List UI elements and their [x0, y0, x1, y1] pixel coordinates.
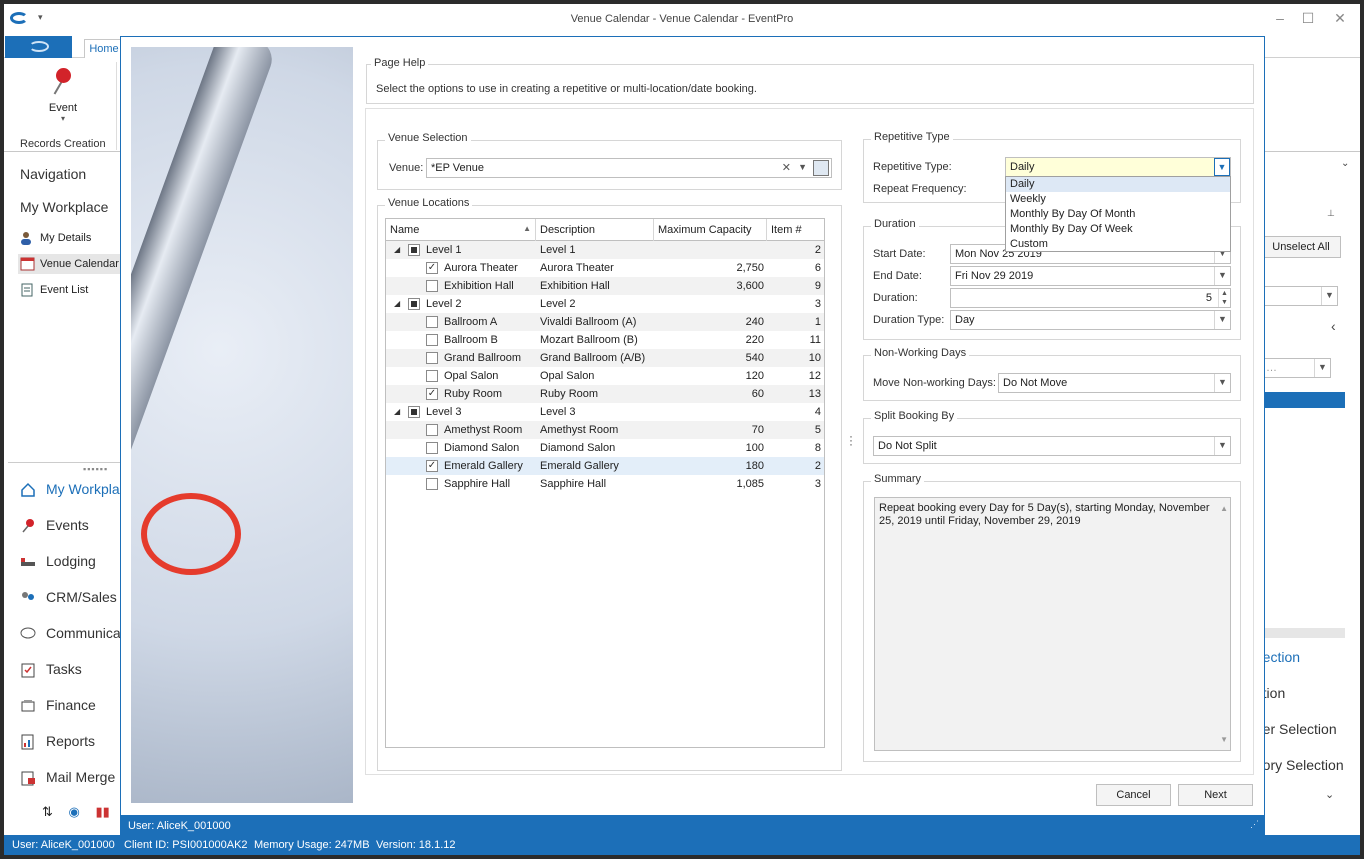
home-icon: [21, 482, 35, 497]
dialog-status-user: User: AliceK_001000: [128, 820, 231, 832]
mail-merge-icon: [21, 771, 35, 786]
module-crm-sales[interactable]: CRM/Sales: [18, 586, 133, 610]
clipboard-icon: [21, 663, 35, 678]
chevron-left-icon[interactable]: ‹: [1331, 318, 1336, 334]
nav-footer-icons: ⇅ ◉ ▮▮: [42, 804, 110, 820]
right-panel-combo[interactable]: ▼: [1261, 286, 1338, 306]
chart-icon[interactable]: ▮▮: [96, 804, 110, 819]
chat-icon: [20, 627, 36, 639]
status-memory: Memory Usage: 247MB: [254, 839, 370, 851]
repetitive-type-dropdown: Daily Weekly Monthly By Day Of Month Mon…: [1005, 176, 1231, 252]
ribbon-group-label: Records Creation: [20, 138, 106, 150]
window-title: Venue Calendar - Venue Calendar - EventP…: [570, 13, 794, 25]
splitter-grip[interactable]: ▪▪▪▪▪▪: [83, 464, 108, 474]
calendar-pen-illustration: [131, 47, 353, 803]
chevron-down-icon[interactable]: ⌄: [1325, 788, 1334, 801]
pushpin-icon: [52, 68, 74, 98]
module-label: Mail Merge: [46, 769, 116, 785]
chevron-down-icon[interactable]: ▼: [1314, 359, 1330, 377]
nav-item-label: My Details: [40, 232, 92, 244]
sort-arrows-icon[interactable]: ⇅: [42, 804, 53, 819]
my-workplace-header: My Workplace: [20, 199, 109, 215]
ribbon-separator: [116, 62, 117, 150]
page-help-text: Select the options to use in creating a …: [376, 83, 757, 95]
ribbon-collapse-icon[interactable]: ⌄: [1341, 158, 1349, 169]
module-lodging[interactable]: Lodging: [18, 550, 133, 574]
option-weekly[interactable]: Weekly: [1006, 192, 1230, 207]
event-dropdown-icon: ▾: [60, 114, 65, 123]
bed-icon: [21, 558, 35, 566]
module-label: Tasks: [46, 661, 82, 677]
event-button-label: Event: [48, 102, 78, 114]
pushpin-icon: [22, 519, 34, 533]
list-icon: [21, 283, 33, 297]
tab-home[interactable]: Home: [84, 39, 124, 58]
module-events[interactable]: Events: [18, 514, 133, 538]
right-panel: ⊥ Unselect All ▼ ‹ … ▼ ...ection ...tion …: [1251, 152, 1360, 832]
right-panel-selection[interactable]: [1261, 392, 1345, 408]
resize-grip-icon[interactable]: ⋰: [1250, 819, 1259, 830]
option-monthly-day-of-month[interactable]: Monthly By Day Of Month: [1006, 207, 1230, 222]
navigation-header: Navigation: [20, 166, 87, 182]
page-help-title: Page Help: [371, 57, 429, 69]
status-client-id: Client ID: PSI001000AK2: [124, 839, 248, 851]
module-label: Events: [46, 517, 89, 533]
globe-icon[interactable]: ◉: [69, 804, 80, 819]
user-icon: [21, 232, 31, 245]
red-circle-mark: [141, 493, 241, 575]
module-communications[interactable]: Communications: [18, 622, 133, 646]
cancel-button[interactable]: Cancel: [1096, 784, 1171, 806]
module-label: Lodging: [46, 553, 96, 569]
option-custom[interactable]: Custom: [1006, 237, 1230, 252]
option-monthly-day-of-week[interactable]: Monthly By Day Of Week: [1006, 222, 1230, 237]
minimize-icon[interactable]: –: [1268, 10, 1292, 28]
app-menu-icon: [29, 41, 49, 52]
next-button[interactable]: Next: [1178, 784, 1253, 806]
nav-item-my-details[interactable]: My Details: [18, 228, 128, 248]
close-icon[interactable]: ✕: [1328, 10, 1352, 28]
file-menu-button[interactable]: [5, 36, 72, 58]
event-button[interactable]: Event ▾: [42, 64, 84, 123]
right-panel-divider: [1261, 628, 1345, 638]
status-user: User: AliceK_001000: [12, 839, 115, 851]
nav-item-event-list[interactable]: Event List: [18, 280, 128, 300]
module-label: Finance: [46, 697, 96, 713]
dialog-status-bar: User: AliceK_001000 ⋰: [120, 815, 1265, 836]
report-icon: [21, 734, 34, 750]
module-label: CRM/Sales: [46, 589, 117, 605]
module-reports[interactable]: Reports: [18, 730, 133, 754]
navigation-pane: Navigation My Workplace My Details Venue…: [8, 156, 133, 831]
title-bar: ▾ Venue Calendar - Venue Calendar - Even…: [4, 4, 1360, 36]
module-mail-merge[interactable]: Mail Merge: [18, 766, 133, 790]
right-panel-filter[interactable]: … ▼: [1261, 358, 1331, 378]
pin-panel-icon[interactable]: ⊥: [1327, 208, 1335, 219]
calendar-icon: [20, 257, 35, 271]
nav-item-label: Venue Calendar: [40, 258, 119, 270]
nav-splitter[interactable]: [8, 462, 128, 463]
module-finance[interactable]: Finance: [18, 694, 133, 718]
status-version: Version: 18.1.12: [376, 839, 456, 851]
app-window: ▾ Venue Calendar - Venue Calendar - Even…: [4, 4, 1360, 855]
people-icon: [22, 592, 34, 600]
status-bar: User: AliceK_001000 Client ID: PSI001000…: [4, 835, 1360, 855]
nav-item-label: Event List: [40, 284, 89, 296]
finance-icon: [21, 700, 35, 712]
maximize-icon[interactable]: ☐: [1296, 10, 1320, 28]
chevron-down-icon[interactable]: ▼: [1321, 287, 1337, 305]
module-tasks[interactable]: Tasks: [18, 658, 133, 682]
option-daily[interactable]: Daily: [1006, 177, 1230, 192]
module-label: Reports: [46, 733, 96, 749]
nav-item-venue-calendar[interactable]: Venue Calendar: [18, 254, 128, 274]
module-my-workplace[interactable]: My Workplace: [18, 478, 133, 502]
unselect-all-button[interactable]: Unselect All: [1261, 236, 1341, 258]
